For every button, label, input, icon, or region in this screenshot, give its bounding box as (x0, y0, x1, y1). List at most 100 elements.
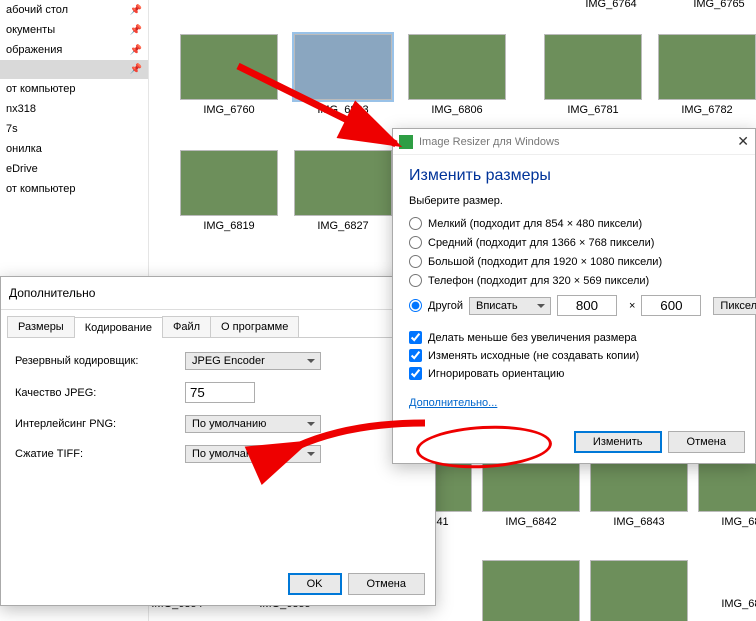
tab-1[interactable]: Кодирование (74, 317, 163, 338)
filename-label: IMG_6803 (317, 104, 368, 116)
file-thumbnail[interactable]: IMG_6819 (179, 150, 279, 232)
app-icon (399, 135, 413, 149)
tab-2[interactable]: Файл (162, 316, 211, 337)
advanced-link[interactable]: Дополнительно... (409, 397, 497, 409)
dialog-titlebar[interactable]: Дополнительно ✕ (1, 277, 435, 310)
cancel-button[interactable]: Отмена (668, 431, 745, 453)
thumbnail-image (658, 34, 756, 100)
sidebar-item[interactable]: абочий стол 📌 (0, 0, 148, 20)
sidebar-item-label: 7s (6, 123, 18, 135)
file-thumbnail[interactable]: IMG_6858 (589, 560, 689, 621)
file-thumbnail[interactable]: IMG_6765 (669, 0, 756, 10)
radio-custom[interactable]: Другой (409, 299, 463, 312)
cancel-button[interactable]: Отмена (348, 573, 425, 595)
tab-3[interactable]: О программе (210, 316, 299, 337)
sidebar-item-label: nx318 (6, 103, 36, 115)
thumbnail-image (482, 560, 580, 621)
file-thumbnail[interactable]: IMG_6764 (561, 0, 661, 10)
label-encoder: Резервный кодировщик: (15, 355, 185, 367)
width-input[interactable] (557, 295, 617, 316)
window-title: Image Resizer для Windows (419, 136, 559, 148)
filename-label: IMG_6842 (505, 516, 556, 528)
thumbnail-image (294, 34, 392, 100)
sidebar-item[interactable]: nx318 (0, 99, 148, 119)
label-tiff-compression: Сжатие TIFF: (15, 448, 185, 460)
thumbnail-image (544, 34, 642, 100)
unit-dropdown[interactable]: Пиксели (713, 297, 756, 315)
thumbnail-image (408, 34, 506, 100)
pin-icon: 📌 (130, 45, 142, 56)
filename-label: IMG_6819 (203, 220, 254, 232)
thumbnail-image (294, 150, 392, 216)
filename-label: IMG_6760 (203, 104, 254, 116)
radio-small[interactable]: Мелкий (подходит для 854 × 480 пиксели) (409, 217, 739, 230)
file-thumbnail[interactable]: IMG_6803 (293, 34, 393, 116)
dialog-titlebar[interactable]: Image Resizer для Windows ✕ (393, 129, 755, 155)
radio-medium[interactable]: Средний (подходит для 1366 × 768 пиксели… (409, 236, 739, 249)
resizer-dialog: Image Resizer для Windows ✕ Изменить раз… (392, 128, 756, 464)
encoder-dropdown[interactable]: JPEG Encoder (185, 352, 321, 370)
pin-icon: 📌 (130, 5, 142, 16)
tiff-compression-dropdown[interactable]: По умолчанию (185, 445, 321, 463)
checkbox-ignore-orientation[interactable]: Игнорировать ориентацию (409, 367, 739, 380)
thumbnail-image (180, 34, 278, 100)
sidebar-item[interactable]: окументы 📌 (0, 20, 148, 40)
size-options: Мелкий (подходит для 854 × 480 пиксели) … (409, 217, 739, 318)
sidebar-item-label: окументы (6, 24, 55, 36)
filename-label: IMG_6782 (681, 104, 732, 116)
close-icon[interactable]: ✕ (737, 133, 749, 150)
advanced-dialog: Дополнительно ✕ РазмерыКодированиеФайлО … (0, 276, 436, 606)
file-thumbnail[interactable]: IMG_6857 (481, 560, 581, 621)
label-png-interlace: Интерлейсинг PNG: (15, 418, 185, 430)
encoding-form: Резервный кодировщик: JPEG Encoder Качес… (1, 338, 435, 463)
checkbox-overwrite[interactable]: Изменять исходные (не создавать копии) (409, 349, 739, 362)
filename-label: IMG_6806 (431, 104, 482, 116)
file-thumbnail[interactable]: IMG_6827 (293, 150, 393, 232)
radio-large[interactable]: Большой (подходит для 1920 × 1080 пиксел… (409, 255, 739, 268)
filename-label: IMG_6764 (585, 0, 636, 10)
sidebar-item-label: eDrive (6, 163, 38, 175)
file-thumbnail[interactable]: IMG_6806 (407, 34, 507, 116)
filename-label: IMG_6843 (613, 516, 664, 528)
sidebar-item-label: абочий стол (6, 4, 68, 16)
sidebar-item[interactable]: 7s (0, 119, 148, 139)
height-input[interactable] (641, 295, 701, 316)
filename-label: IMG_6844 (721, 516, 756, 528)
tab-0[interactable]: Размеры (7, 316, 75, 337)
jpeg-quality-input[interactable] (185, 382, 255, 403)
filename-label: IMG_6781 (567, 104, 618, 116)
thumbnail-image (590, 560, 688, 621)
pin-icon: 📌 (130, 25, 142, 36)
filename-label: IMG_6859 (721, 598, 756, 610)
resize-button[interactable]: Изменить (574, 431, 662, 453)
sidebar-item[interactable]: от компьютер (0, 179, 148, 199)
choose-label: Выберите размер. (409, 195, 739, 207)
filename-label: IMG_6827 (317, 220, 368, 232)
label-jpeg-quality: Качество JPEG: (15, 387, 185, 399)
tab-strip: РазмерыКодированиеФайлО программе (7, 316, 429, 338)
fit-mode-dropdown[interactable]: Вписать (469, 297, 551, 315)
ok-button[interactable]: OK (288, 573, 342, 595)
png-interlace-dropdown[interactable]: По умолчанию (185, 415, 321, 433)
sidebar-item-label: ображения (6, 44, 62, 56)
sidebar-item-label: онилка (6, 143, 42, 155)
file-thumbnail[interactable]: IMG_6781 (543, 34, 643, 116)
sidebar-item[interactable]: 📌 (0, 60, 148, 79)
file-thumbnail[interactable]: IMG_6760 (179, 34, 279, 116)
pin-icon: 📌 (130, 64, 142, 75)
sidebar-item[interactable]: онилка (0, 139, 148, 159)
sidebar-item[interactable]: от компьютер (0, 79, 148, 99)
sidebar-item[interactable]: ображения 📌 (0, 40, 148, 60)
dialog-heading: Изменить размеры (409, 167, 739, 185)
times-symbol: × (629, 300, 635, 312)
sidebar-item[interactable]: eDrive (0, 159, 148, 179)
dialog-title: Дополнительно (9, 286, 95, 300)
checkbox-shrink-only[interactable]: Делать меньше без увеличения размера (409, 331, 739, 344)
sidebar-item-label: от компьютер (6, 183, 75, 195)
file-thumbnail[interactable]: IMG_6782 (657, 34, 756, 116)
filename-label: IMG_6765 (693, 0, 744, 10)
sidebar-item-label: от компьютер (6, 83, 75, 95)
radio-phone[interactable]: Телефон (подходит для 320 × 569 пиксели) (409, 274, 739, 287)
thumbnail-image (180, 150, 278, 216)
file-thumbnail[interactable]: IMG_6859 (697, 594, 756, 610)
